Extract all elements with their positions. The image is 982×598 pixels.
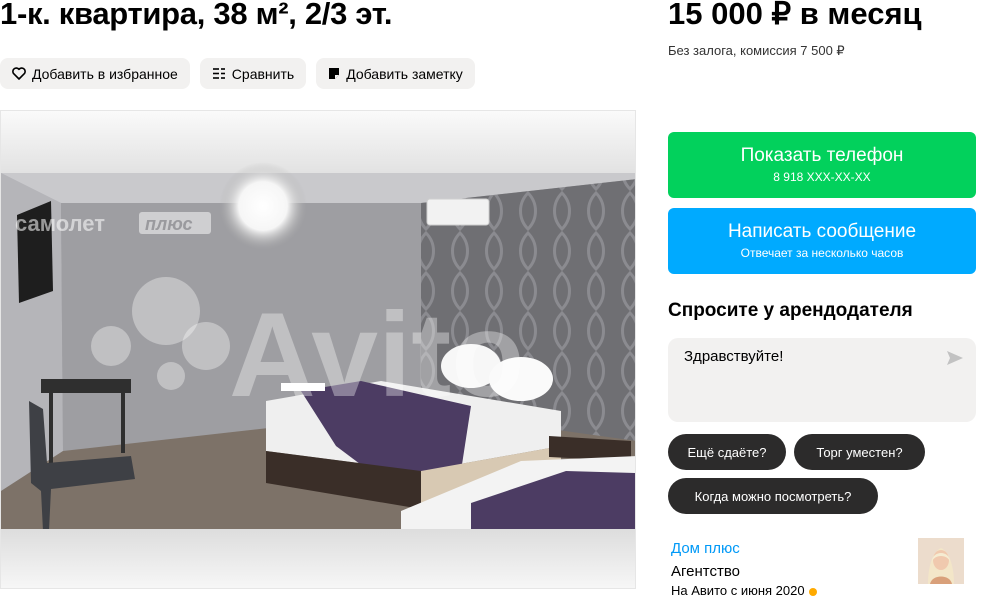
heart-icon	[12, 67, 26, 80]
message-text: Здравствуйте!	[684, 348, 784, 365]
reply-time: Отвечает за несколько часов	[740, 246, 904, 260]
seller-since: На Авито с июня 2020	[671, 583, 817, 598]
note-icon	[328, 67, 340, 80]
ask-landlord-title: Спросите у арендодателя	[668, 300, 913, 321]
add-to-favorites-label: Добавить в избранное	[32, 65, 178, 82]
compare-label: Сравнить	[231, 65, 295, 82]
seller-avatar[interactable]	[918, 538, 964, 584]
listing-title: 1-к. квартира, 38 м², 2/3 эт.	[0, 0, 393, 31]
quick-reply-when-to-view[interactable]: Когда можно посмотреть?	[668, 478, 878, 514]
phone-masked: 8 918 XXX-XX-XX	[773, 170, 871, 184]
add-to-favorites-button[interactable]: Добавить в избранное	[0, 58, 190, 89]
seller-since-text: На Авито с июня 2020	[671, 583, 805, 598]
watermark-site: Avito	[229, 288, 525, 422]
watermark-badge: плюс	[145, 214, 193, 234]
quick-reply-bargain[interactable]: Торг уместен?	[794, 434, 925, 470]
send-icon[interactable]	[946, 350, 964, 371]
add-note-label: Добавить заметку	[346, 65, 463, 82]
quick-reply-still-renting[interactable]: Ещё сдаёте?	[668, 434, 786, 470]
listing-photo[interactable]: самолет плюс Avito	[0, 110, 636, 589]
price: 15 000 ₽ в месяц	[668, 0, 922, 31]
watermark-brand: самолет	[15, 211, 105, 236]
compare-button[interactable]: Сравнить	[199, 58, 307, 89]
add-note-button[interactable]: Добавить заметку	[316, 58, 475, 89]
compare-icon	[212, 67, 226, 80]
show-phone-button[interactable]: Показать телефон 8 918 XXX-XX-XX	[668, 132, 976, 198]
seller-name-link[interactable]: Дом плюс	[671, 540, 740, 557]
show-phone-label: Показать телефон	[740, 145, 904, 166]
badge-dot-icon	[808, 587, 817, 596]
listing-actions: Добавить в избранное Сравнить Добавить з…	[0, 58, 475, 89]
price-note: Без залога, комиссия 7 500 ₽	[668, 43, 845, 58]
message-input[interactable]: Здравствуйте!	[668, 338, 976, 422]
write-message-label: Написать сообщение	[727, 221, 917, 242]
write-message-button[interactable]: Написать сообщение Отвечает за несколько…	[668, 208, 976, 274]
seller-type: Агентство	[671, 563, 740, 580]
